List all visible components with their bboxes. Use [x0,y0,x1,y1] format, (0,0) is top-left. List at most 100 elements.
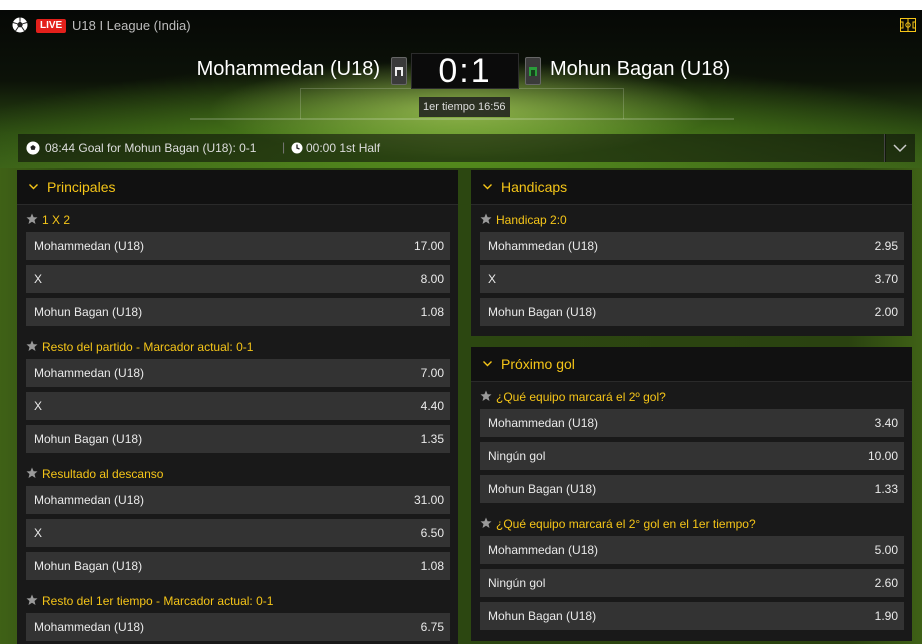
odds-value: 3.70 [874,272,898,286]
market-title: Resto del 1er tiempo - Marcador actual: … [42,594,274,608]
odds-value: 3.40 [874,416,898,430]
chevron-down-icon [483,184,492,190]
selection-label: Mohammedan (U18) [34,239,145,253]
star-icon[interactable] [26,594,38,606]
odds-value: 2.60 [874,576,898,590]
odds-value: 6.75 [420,620,444,634]
score: 0:1 [438,52,492,90]
clock-icon [291,142,303,154]
pitch-goal-line [190,118,734,120]
panel-handicaps-header[interactable]: Handicaps [471,170,912,205]
scoreboard-hero: LIVE U18 I League (India) Mohammedan (U1… [0,10,922,168]
match-time: 1er tiempo 16:56 [419,97,510,117]
odds-value: 1.08 [420,559,444,573]
market-title: ¿Qué equipo marcará el 2º gol? [496,390,666,404]
odds-row[interactable]: X 3.70 [480,265,904,293]
panel-principales: Principales 1 X 2 Mohammedan (U18) 17.00 … [17,170,458,644]
odds-row[interactable]: Mohammedan (U18) 17.00 [26,232,450,260]
odds-value: 6.50 [420,526,444,540]
market-title: 1 X 2 [42,213,71,227]
odds-row[interactable]: Mohun Bagan (U18) 1.08 [26,298,450,326]
odds-value: 1.08 [420,305,444,319]
odds-row[interactable]: Ningún gol 2.60 [480,569,904,597]
selection-label: Mohun Bagan (U18) [488,609,597,623]
odds-row[interactable]: Mohammedan (U18) 3.40 [480,409,904,437]
ticker-half: 00:00 1st Half [306,141,381,155]
selection-label: Mohammedan (U18) [488,416,599,430]
selection-label: Mohun Bagan (U18) [488,482,597,496]
ticker-separator: | [282,140,286,154]
market-title: Resto del partido - Marcador actual: 0-1 [42,340,254,354]
odds-row[interactable]: X 6.50 [26,519,450,547]
star-icon[interactable] [26,467,38,479]
odds-value: 4.40 [420,399,444,413]
odds-row[interactable]: X 4.40 [26,392,450,420]
chevron-down-icon [893,144,907,153]
selection-label: Mohun Bagan (U18) [34,432,143,446]
panel-title: Principales [47,179,116,195]
odds-value: 8.00 [420,272,444,286]
panel-proximo-gol-header[interactable]: Próximo gol [471,347,912,382]
selection-label: Mohammedan (U18) [488,543,599,557]
away-shirt-icon [525,57,541,85]
live-badge: LIVE [36,19,67,33]
league-name: U18 I League (India) [72,18,191,33]
odds-row[interactable]: Mohammedan (U18) 6.75 [26,613,450,641]
field-view-icon[interactable] [900,18,916,32]
football-icon [12,17,28,33]
odds-row[interactable]: X 8.00 [26,265,450,293]
ticker-event: 08:44 Goal for Mohun Bagan (U18): 0-1 [45,141,257,155]
odds-row[interactable]: Mohammedan (U18) 31.00 [26,486,450,514]
chevron-down-icon [29,184,38,190]
selection-label: Mohammedan (U18) [488,239,599,253]
odds-value: 2.95 [874,239,898,253]
odds-value: 31.00 [413,493,444,507]
selection-label: X [34,526,43,540]
star-icon[interactable] [480,517,492,529]
goal-ball-icon [26,141,40,155]
odds-value: 1.90 [874,609,898,623]
odds-value: 1.35 [420,432,444,446]
odds-row[interactable]: Mohammedan (U18) 5.00 [480,536,904,564]
odds-row[interactable]: Mohun Bagan (U18) 1.33 [480,475,904,503]
star-icon[interactable] [480,213,492,225]
market-title: ¿Qué equipo marcará el 2° gol en el 1er … [496,517,756,531]
star-icon[interactable] [26,213,38,225]
odds-row[interactable]: Mohammedan (U18) 7.00 [26,359,450,387]
star-icon[interactable] [480,390,492,402]
panel-title: Handicaps [501,179,568,195]
selection-label: Mohun Bagan (U18) [488,305,597,319]
selection-label: X [488,272,497,286]
selection-label: Ningún gol [488,576,546,590]
home-team-name: Mohammedan (U18) [196,58,380,80]
odds-row[interactable]: Mohammedan (U18) 2.95 [480,232,904,260]
odds-value: 2.00 [874,305,898,319]
odds-value: 17.00 [413,239,444,253]
odds-row[interactable]: Mohun Bagan (U18) 1.35 [26,425,450,453]
selection-label: Mohammedan (U18) [34,493,145,507]
odds-row[interactable]: Mohun Bagan (U18) 2.00 [480,298,904,326]
home-shirt-icon [391,57,407,85]
expand-ticker-button[interactable] [884,134,915,162]
market-title: Resultado al descanso [42,467,164,481]
star-icon[interactable] [26,340,38,352]
away-team-name: Mohun Bagan (U18) [550,58,731,80]
odds-row[interactable]: Mohun Bagan (U18) 1.90 [480,602,904,630]
odds-row[interactable]: Mohun Bagan (U18) 1.08 [26,552,450,580]
selection-label: Mohun Bagan (U18) [34,559,143,573]
top-frame [0,0,922,10]
event-ticker: 08:44 Goal for Mohun Bagan (U18): 0-1 | … [18,134,886,162]
panel-handicaps: Handicaps Handicap 2:0 Mohammedan (U18) 2… [471,170,912,336]
selection-label: Mohammedan (U18) [34,366,145,380]
selection-label: Ningún gol [488,449,546,463]
panel-principales-header[interactable]: Principales [17,170,458,205]
selection-label: X [34,399,43,413]
odds-value: 5.00 [874,543,898,557]
scorebox: 0:1 [411,53,519,89]
odds-row[interactable]: Ningún gol 10.00 [480,442,904,470]
top-bar: LIVE U18 I League (India) [0,10,922,40]
selection-label: Mohammedan (U18) [34,620,145,634]
panel-proximo-gol: Próximo gol ¿Qué equipo marcará el 2º go… [471,347,912,641]
chevron-down-icon [483,361,492,367]
odds-value: 1.33 [874,482,898,496]
